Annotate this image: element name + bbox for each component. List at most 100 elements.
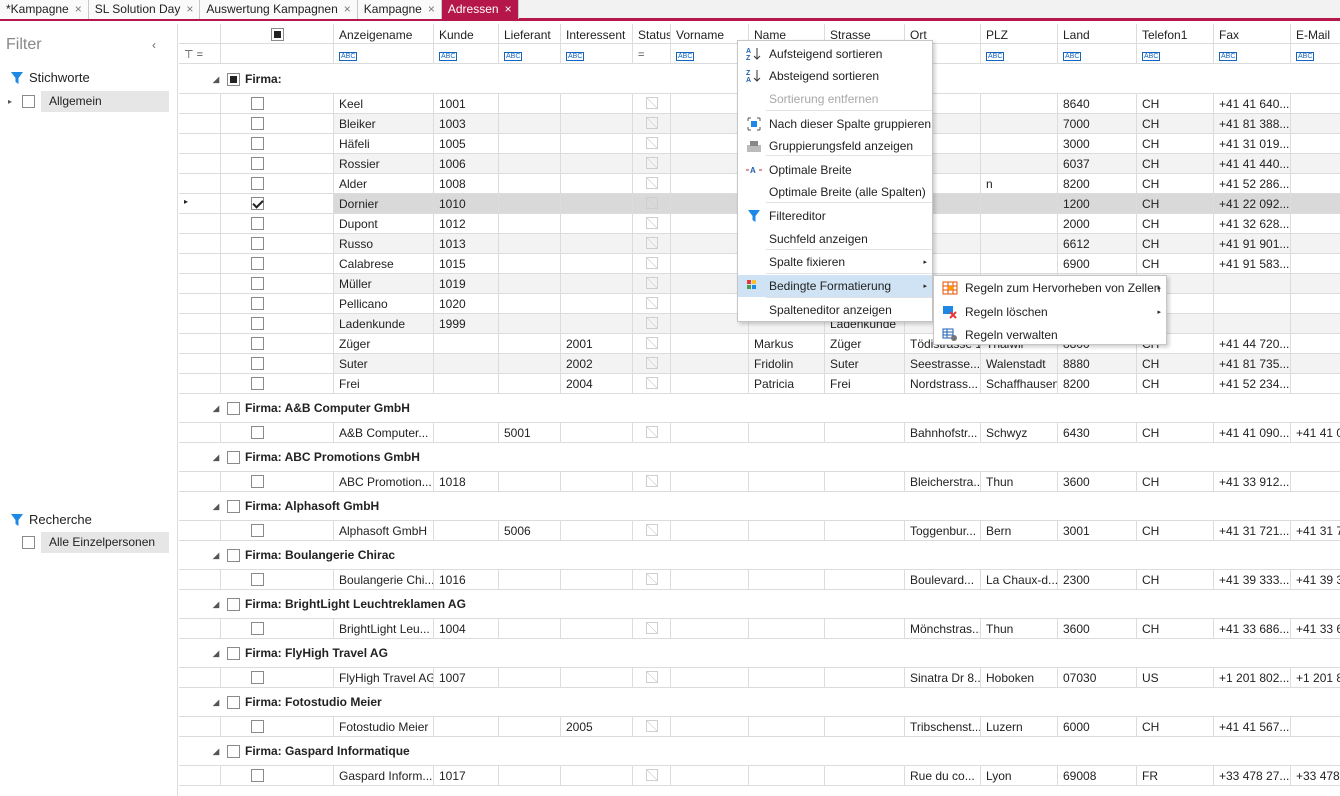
- stichworte-section-title[interactable]: Stichworte: [10, 70, 90, 85]
- cell-lieferant[interactable]: 5006: [499, 521, 561, 541]
- cell-kunde[interactable]: 1016: [434, 570, 499, 590]
- cell-telefon1[interactable]: CH: [1137, 717, 1214, 737]
- row-checkbox[interactable]: [251, 257, 264, 270]
- cell-anzeigename[interactable]: FlyHigh Travel AG: [334, 668, 434, 688]
- cell-kunde[interactable]: 1003: [434, 114, 499, 134]
- cell-name[interactable]: Patricia: [749, 374, 825, 394]
- cell-fax[interactable]: +41 41 440...: [1214, 154, 1291, 174]
- cell-status[interactable]: [633, 234, 671, 254]
- cell-lieferant[interactable]: [499, 668, 561, 688]
- cell-e-mail[interactable]: [1291, 154, 1340, 174]
- column-header-fax[interactable]: Fax: [1214, 24, 1291, 44]
- cell-land[interactable]: 2300: [1058, 570, 1137, 590]
- cell-telefon1[interactable]: CH: [1137, 521, 1214, 541]
- cell-lieferant[interactable]: [499, 274, 561, 294]
- row-checkbox[interactable]: [251, 720, 264, 733]
- row-select-cell[interactable]: [221, 766, 334, 786]
- cell-plz[interactable]: [981, 134, 1058, 154]
- row-select-cell[interactable]: [221, 668, 334, 688]
- cell-e-mail[interactable]: +41 39 333...: [1291, 570, 1340, 590]
- cell-status[interactable]: [633, 94, 671, 114]
- cell-land[interactable]: 6430: [1058, 423, 1137, 443]
- cell-anzeigename[interactable]: Frei: [334, 374, 434, 394]
- collapse-group-icon[interactable]: ◢: [213, 600, 221, 609]
- tree-item-allgemein[interactable]: ▸ Allgemein: [8, 91, 169, 112]
- cell-fax[interactable]: +33 478 27...: [1214, 766, 1291, 786]
- filter-cell[interactable]: ABC: [981, 44, 1058, 64]
- cell-interessent[interactable]: 2001: [561, 334, 633, 354]
- table-row[interactable]: ABC Promotion... 1018 Bleicherstra... Thun 3…: [179, 472, 1340, 492]
- table-row[interactable]: A&B Computer... 5001 Bahnhofstr... Schwyz 64…: [179, 423, 1340, 443]
- cell-e-mail[interactable]: [1291, 314, 1340, 334]
- cell-status[interactable]: [633, 717, 671, 737]
- cell-fax[interactable]: +41 91 901...: [1214, 234, 1291, 254]
- menu-item-filtereditor[interactable]: Filtereditor: [738, 205, 932, 227]
- row-checkbox[interactable]: [251, 157, 264, 170]
- cell-status[interactable]: [633, 174, 671, 194]
- cell-status[interactable]: [633, 114, 671, 134]
- cell-telefon1[interactable]: CH: [1137, 134, 1214, 154]
- close-icon[interactable]: ×: [428, 0, 435, 19]
- cell-name[interactable]: [749, 472, 825, 492]
- cell-status[interactable]: [633, 354, 671, 374]
- cell-plz[interactable]: Schaffhausen: [981, 374, 1058, 394]
- cell-land[interactable]: 1200: [1058, 194, 1137, 214]
- filter-cell[interactable]: =: [633, 44, 671, 64]
- cell-anzeigename[interactable]: Rossier: [334, 154, 434, 174]
- cell-interessent[interactable]: [561, 234, 633, 254]
- cell-name[interactable]: [749, 717, 825, 737]
- cell-land[interactable]: 6000: [1058, 717, 1137, 737]
- cell-kunde[interactable]: 1008: [434, 174, 499, 194]
- row-select-cell[interactable]: [221, 334, 334, 354]
- cell-interessent[interactable]: [561, 114, 633, 134]
- cell-lieferant[interactable]: [499, 717, 561, 737]
- cell-plz[interactable]: Lyon: [981, 766, 1058, 786]
- expand-arrow-icon[interactable]: ▸: [8, 97, 16, 106]
- cell-status[interactable]: [633, 134, 671, 154]
- column-header-kunde[interactable]: Kunde: [434, 24, 499, 44]
- cell-lieferant[interactable]: [499, 619, 561, 639]
- row-select-cell[interactable]: [221, 521, 334, 541]
- cell-interessent[interactable]: [561, 254, 633, 274]
- checkbox[interactable]: [22, 95, 35, 108]
- group-row[interactable]: ◢ Firma: Alphasoft GmbH: [179, 492, 1340, 521]
- cell-vorname[interactable]: [671, 423, 749, 443]
- cell-status[interactable]: [633, 274, 671, 294]
- cell-land[interactable]: 69008: [1058, 766, 1137, 786]
- row-select-cell[interactable]: [221, 134, 334, 154]
- table-row[interactable]: Boulangerie Chi... 1016 Boulevard... La Cha…: [179, 570, 1340, 590]
- row-checkbox[interactable]: [251, 573, 264, 586]
- row-checkbox[interactable]: [251, 769, 264, 782]
- cell-fax[interactable]: +41 81 388...: [1214, 114, 1291, 134]
- close-icon[interactable]: ×: [344, 0, 351, 19]
- cell-plz[interactable]: Thun: [981, 472, 1058, 492]
- filter-condition-equals[interactable]: =: [197, 49, 203, 61]
- cell-telefon1[interactable]: CH: [1137, 570, 1214, 590]
- filter-cell[interactable]: ABC: [434, 44, 499, 64]
- cell-name[interactable]: Markus: [749, 334, 825, 354]
- cell-land[interactable]: 6900: [1058, 254, 1137, 274]
- column-header-telefon1[interactable]: Telefon1: [1137, 24, 1214, 44]
- cell-telefon1[interactable]: CH: [1137, 214, 1214, 234]
- row-checkbox[interactable]: [251, 217, 264, 230]
- cell-telefon1[interactable]: US: [1137, 668, 1214, 688]
- cell-telefon1[interactable]: CH: [1137, 254, 1214, 274]
- cell-lieferant[interactable]: [499, 134, 561, 154]
- cell-interessent[interactable]: [561, 314, 633, 334]
- filter-cell[interactable]: ABC: [334, 44, 434, 64]
- cell-e-mail[interactable]: [1291, 334, 1340, 354]
- cell-kunde[interactable]: [434, 354, 499, 374]
- table-row[interactable]: Fotostudio Meier 2005 Tribschenst... Luzern…: [179, 717, 1340, 737]
- tree-item-alle-einzelpersonen[interactable]: Alle Einzelpersonen: [8, 532, 169, 553]
- cell-lieferant[interactable]: [499, 194, 561, 214]
- cell-ort[interactable]: Seestrasse...: [905, 354, 981, 374]
- cell-anzeigename[interactable]: Ladenkunde: [334, 314, 434, 334]
- cell-telefon1[interactable]: CH: [1137, 619, 1214, 639]
- submenu-item-regeln-verwalten[interactable]: Regeln verwalten: [934, 324, 1166, 346]
- cell-ort[interactable]: Boulevard...: [905, 570, 981, 590]
- cell-name[interactable]: [749, 668, 825, 688]
- cell-telefon1[interactable]: CH: [1137, 114, 1214, 134]
- cell-anzeigename[interactable]: BrightLight Leu...: [334, 619, 434, 639]
- cell-vorname[interactable]: [671, 570, 749, 590]
- filter-cell[interactable]: ABC: [561, 44, 633, 64]
